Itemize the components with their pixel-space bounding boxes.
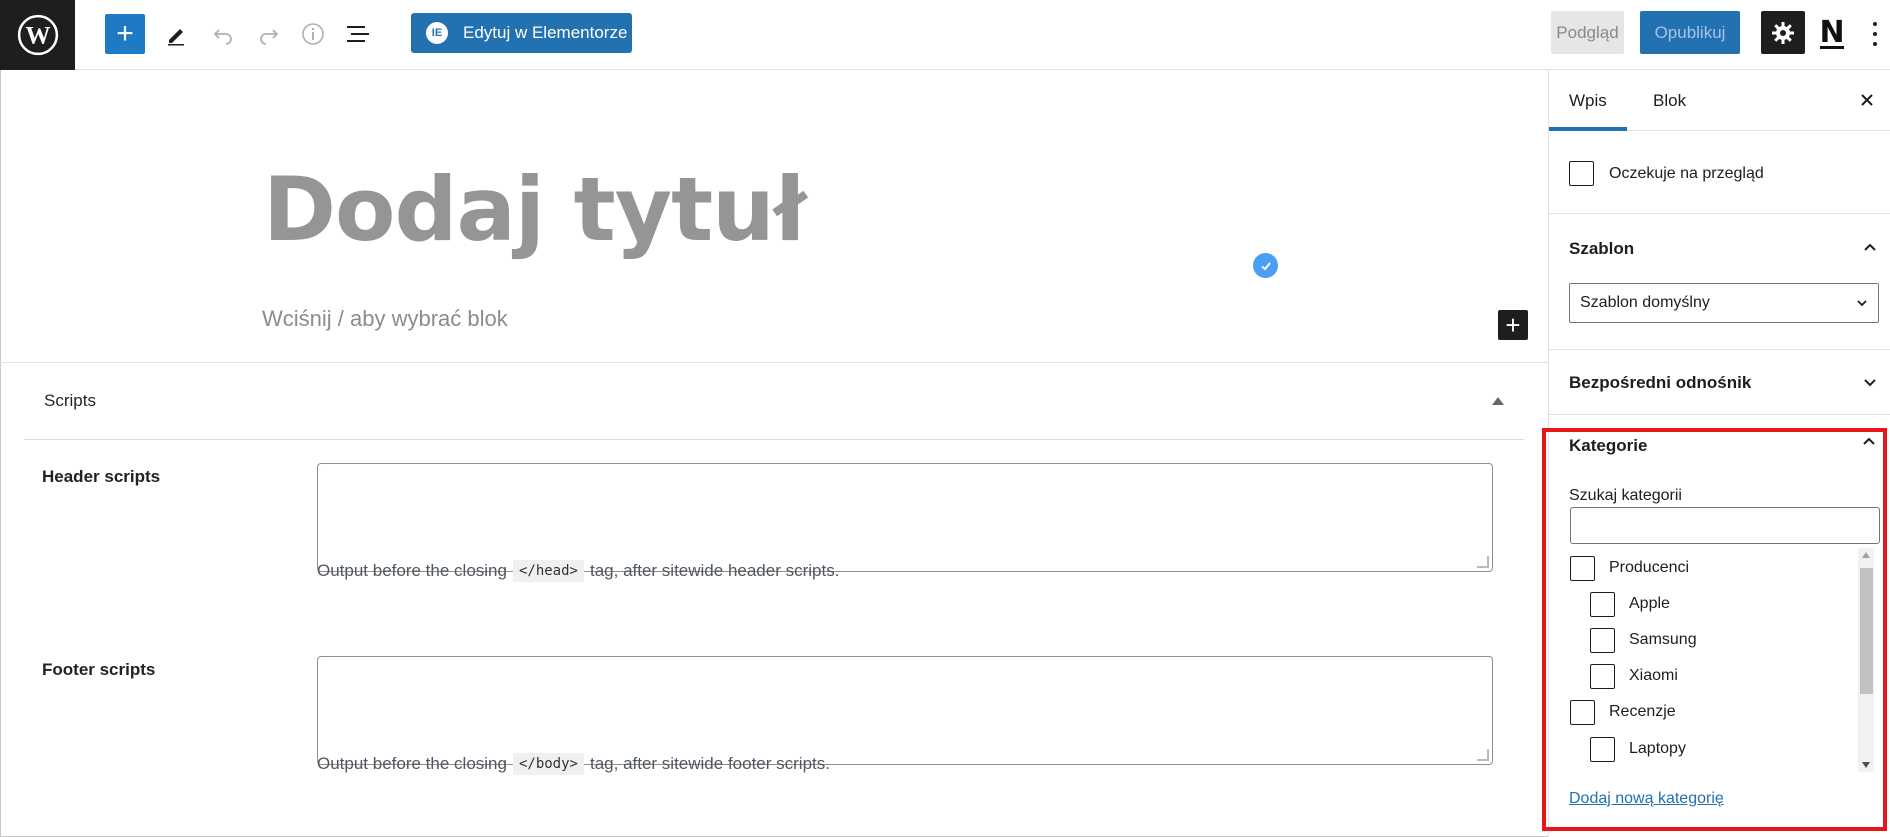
header-scripts-help: Output before the closing </head> tag, a… (317, 560, 839, 582)
list-view-icon[interactable] (338, 14, 378, 54)
scroll-down-arrow-icon[interactable] (1862, 762, 1870, 768)
scrollbar-thumb[interactable] (1860, 568, 1873, 694)
category-list-scrollbar[interactable] (1858, 548, 1874, 772)
chevron-down-icon (1857, 300, 1867, 307)
category-checkbox-samsung[interactable] (1590, 628, 1615, 653)
post-title-input[interactable]: Dodaj tytuł (263, 158, 806, 261)
category-search-label: Szukaj kategorii (1569, 487, 1682, 504)
pending-review-panel: Oczekuje na przegląd (1549, 131, 1890, 214)
preview-button[interactable]: Podgląd (1551, 11, 1624, 54)
settings-gear-icon[interactable] (1761, 11, 1805, 54)
category-search-input[interactable] (1570, 507, 1880, 544)
wordpress-logo-icon[interactable]: W (0, 0, 75, 70)
elementor-icon: IE (426, 22, 448, 44)
template-select[interactable]: Szablon domyślny (1569, 283, 1879, 323)
help-text-before: Output before the closing (317, 754, 507, 773)
header-scripts-label: Header scripts (42, 467, 161, 486)
footer-scripts-textarea[interactable] (317, 656, 1493, 765)
wordpress-icon: W (17, 14, 58, 56)
category-list: Producenci Apple Samsung Xiaomi Recenzje… (1560, 548, 1860, 773)
details-info-icon[interactable] (293, 14, 333, 54)
category-checkbox-apple[interactable] (1590, 592, 1615, 617)
scroll-up-arrow-icon[interactable] (1862, 552, 1870, 558)
edit-with-elementor-label: Edytuj w Elementorze (463, 23, 628, 42)
chevron-up-icon[interactable] (1863, 241, 1877, 255)
footer-scripts-help: Output before the closing </body> tag, a… (317, 753, 830, 775)
edit-with-elementor-button[interactable]: IE Edytuj w Elementorze (411, 13, 632, 53)
category-label: Laptopy (1629, 740, 1686, 757)
header-scripts-textarea[interactable] (317, 463, 1493, 572)
redo-icon[interactable] (249, 14, 289, 54)
category-checkbox-xiaomi[interactable] (1590, 664, 1615, 689)
editor-toolbar: W + IE Edytuj w Elementorze Podgląd Opub… (0, 0, 1890, 70)
footer-scripts-label: Footer scripts (42, 660, 156, 679)
template-panel-title[interactable]: Szablon (1569, 239, 1634, 259)
more-options-icon[interactable] (1870, 18, 1880, 50)
scripts-metabox: Scripts Header scripts Output before the… (0, 362, 1548, 837)
permalink-panel-title[interactable]: Bezpośredni odnośnik (1569, 373, 1751, 393)
plugin-n-logo-icon[interactable]: N (1818, 14, 1846, 50)
checkmark-badge-icon (1253, 253, 1278, 278)
edit-tools-icon[interactable] (157, 14, 197, 54)
undo-icon[interactable] (203, 14, 243, 54)
category-checkbox-producenci[interactable] (1570, 556, 1595, 581)
category-label: Recenzje (1609, 703, 1676, 720)
chevron-down-icon[interactable] (1863, 375, 1877, 389)
tab-post[interactable]: Wpis (1549, 70, 1627, 131)
category-checkbox-recenzje[interactable] (1570, 700, 1595, 725)
publish-button[interactable]: Opublikuj (1640, 11, 1740, 54)
editor-canvas: Dodaj tytuł Wciśnij / aby wybrać blok + … (0, 70, 1548, 837)
category-label: Apple (1629, 595, 1670, 612)
category-checkbox-laptopy[interactable] (1590, 737, 1615, 762)
template-panel: Szablon (1549, 214, 1890, 350)
category-label: Xiaomi (1629, 667, 1678, 684)
tab-block[interactable]: Blok (1643, 70, 1696, 131)
sidebar-tabs: Wpis Blok (1549, 70, 1890, 131)
help-text-after: tag, after sitewide header scripts. (589, 561, 840, 580)
template-select-value: Szablon domyślny (1580, 294, 1710, 311)
block-placeholder[interactable]: Wciśnij / aby wybrać blok (262, 306, 508, 332)
inline-add-block-button[interactable]: + (1498, 310, 1528, 340)
pending-review-checkbox[interactable] (1569, 161, 1594, 186)
add-new-category-link[interactable]: Dodaj nową kategorię (1569, 790, 1724, 808)
category-label: Samsung (1629, 631, 1697, 648)
pending-review-label: Oczekuje na przegląd (1609, 165, 1764, 182)
scripts-metabox-title: Scripts (44, 391, 96, 410)
help-text-after: tag, after sitewide footer scripts. (589, 754, 830, 773)
collapse-triangle-icon[interactable] (1492, 397, 1504, 405)
head-tag-code: </head> (512, 560, 584, 582)
category-label: Producenci (1609, 559, 1690, 576)
svg-text:W: W (25, 22, 50, 49)
body-tag-code: </body> (512, 753, 584, 775)
permalink-panel: Bezpośredni odnośnik (1549, 350, 1890, 415)
scripts-metabox-header[interactable]: Scripts (24, 363, 1524, 440)
help-text-before: Output before the closing (317, 561, 507, 580)
close-sidebar-icon[interactable] (1855, 88, 1879, 112)
add-block-button[interactable]: + (105, 14, 145, 54)
